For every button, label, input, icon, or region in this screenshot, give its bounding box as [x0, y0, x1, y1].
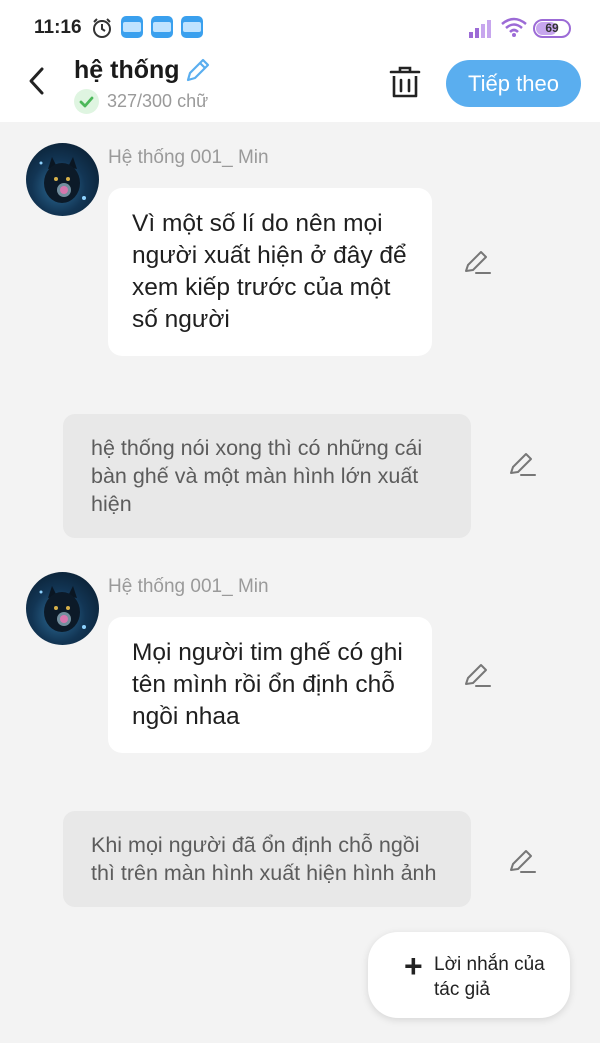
novel-toon-app-icon	[181, 16, 203, 38]
signal-icon	[469, 20, 491, 38]
narration-block[interactable]: hệ thống nói xong thì có những cái bàn g…	[63, 414, 471, 538]
author-note-label: Lời nhắn của tác giả	[434, 954, 545, 1000]
edit-icon[interactable]	[462, 660, 492, 690]
battery-icon: 69	[533, 19, 571, 38]
trash-icon[interactable]	[388, 64, 422, 100]
message-bubble[interactable]: Mọi người tim ghế có ghi tên mình rồi ổn…	[108, 617, 432, 753]
novel-toon-app-icon	[121, 16, 143, 38]
chapter-title[interactable]: hệ thống	[74, 56, 180, 85]
pencil-icon[interactable]	[184, 56, 212, 84]
author-note-button[interactable]: + Lời nhắn của tác giả	[368, 932, 570, 1018]
editor-header: hệ thống 327/300 chữ Tiếp theo	[0, 52, 600, 122]
avatar[interactable]	[26, 572, 99, 645]
plus-icon: +	[404, 948, 423, 984]
edit-icon[interactable]	[507, 846, 537, 876]
edit-icon[interactable]	[507, 449, 537, 479]
wifi-icon	[501, 17, 527, 37]
check-icon	[74, 89, 99, 114]
avatar[interactable]	[26, 143, 99, 216]
alarm-icon	[93, 18, 111, 38]
status-bar: 11:16 69	[0, 0, 600, 52]
narration-block[interactable]: Khi mọi người đã ổn định chỗ ngồi thì tr…	[63, 811, 471, 907]
word-count: 327/300 chữ	[107, 91, 209, 111]
sender-name: Hệ thống 001_ Min	[108, 576, 269, 597]
battery-level: 69	[545, 21, 559, 35]
next-button[interactable]: Tiếp theo	[446, 60, 581, 107]
sender-name: Hệ thống 001_ Min	[108, 147, 269, 168]
back-arrow-icon[interactable]	[22, 64, 52, 98]
status-time: 11:16	[34, 17, 82, 38]
edit-icon[interactable]	[462, 247, 492, 277]
message-bubble[interactable]: Vì một số lí do nên mọi người xuất hiện …	[108, 188, 432, 356]
novel-toon-app-icon	[151, 16, 173, 38]
